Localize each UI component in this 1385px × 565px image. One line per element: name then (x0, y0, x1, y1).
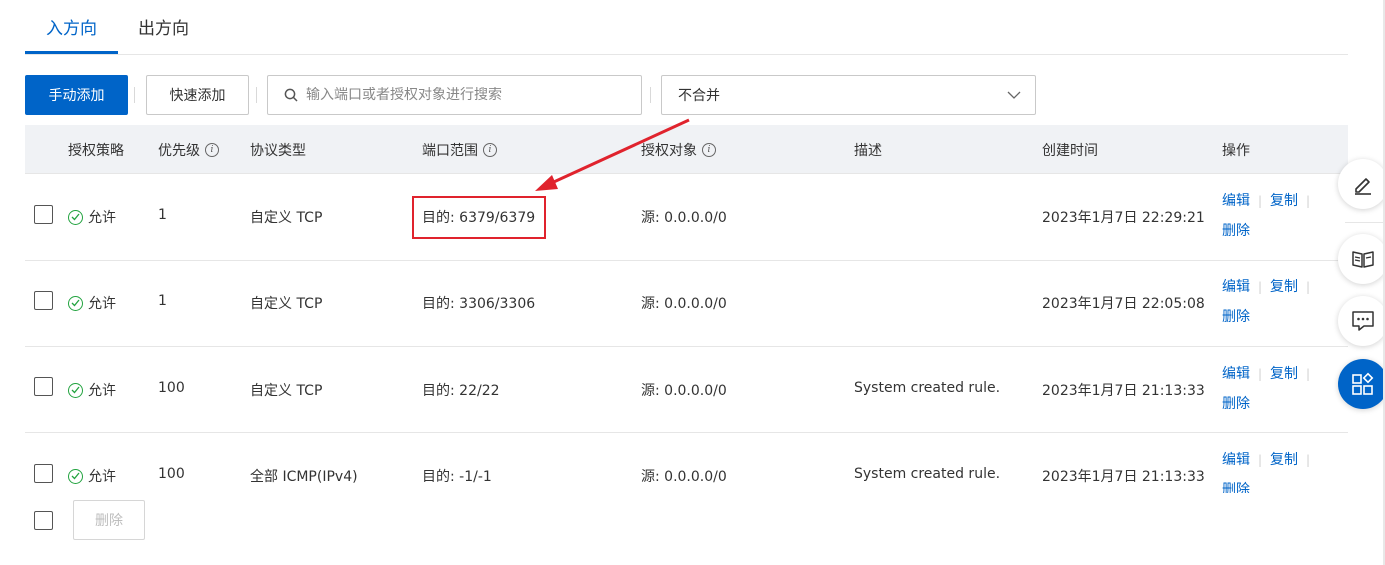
direction-tabs: 入方向 出方向 (25, 0, 1348, 55)
row-checkbox[interactable] (34, 291, 53, 310)
row-checkbox[interactable] (34, 377, 53, 396)
protocol-cell: 自定义 TCP (250, 296, 323, 312)
edit-link[interactable]: 编辑 (1222, 452, 1250, 468)
row-actions: 编辑 | 复制 | 删除 (1222, 366, 1311, 412)
float-divider (1345, 222, 1385, 223)
apps-button[interactable] (1338, 359, 1385, 409)
toolbar-divider (256, 87, 257, 103)
port-cell: 目的: 3306/3306 (422, 296, 536, 312)
copy-link[interactable]: 复制 (1270, 193, 1298, 209)
priority-cell: 100 (158, 466, 185, 482)
header-priority: 优先级 i (158, 140, 219, 160)
annotation-highlight-box (412, 196, 546, 239)
port-cell: 目的: 22/22 (422, 383, 500, 399)
toolbar-divider (650, 87, 651, 103)
auth-object-cell: 源: 0.0.0.0/0 (641, 383, 727, 399)
header-description: 描述 (854, 143, 882, 159)
header-port: 端口范围 i (422, 140, 497, 160)
toolbar-divider (134, 87, 135, 103)
header-policy: 授权策略 (68, 143, 124, 159)
delete-link[interactable]: 删除 (1222, 309, 1250, 325)
row-actions: 编辑 | 复制 | 删除 (1222, 193, 1311, 239)
delete-link[interactable]: 删除 (1222, 223, 1250, 239)
info-icon[interactable]: i (205, 143, 219, 157)
copy-link[interactable]: 复制 (1270, 366, 1298, 382)
policy-cell: 允许 (68, 293, 116, 313)
chat-button[interactable] (1338, 296, 1385, 346)
copy-link[interactable]: 复制 (1270, 452, 1298, 468)
check-circle-icon (68, 209, 83, 225)
search-box[interactable] (267, 75, 642, 115)
edit-link[interactable]: 编辑 (1222, 279, 1250, 295)
check-circle-icon (68, 295, 83, 311)
protocol-cell: 全部 ICMP(IPv4) (250, 469, 358, 485)
active-tab-indicator (25, 51, 118, 54)
select-all-checkbox[interactable] (34, 511, 53, 530)
priority-cell: 1 (158, 293, 167, 309)
row-actions: 编辑 | 复制 | 删除 (1222, 279, 1311, 325)
check-circle-icon (68, 382, 83, 398)
batch-delete-button[interactable]: 删除 (73, 500, 145, 540)
row-checkbox[interactable] (34, 464, 53, 483)
edit-link[interactable]: 编辑 (1222, 366, 1250, 382)
policy-cell: 允许 (68, 466, 116, 486)
tab-inbound[interactable]: 入方向 (46, 14, 97, 39)
header-actions: 操作 (1222, 143, 1250, 159)
merge-select-value: 不合并 (678, 88, 720, 104)
table-row: 允许 1 自定义 TCP 目的: 3306/3306 源: 0.0.0.0/0 … (25, 260, 1348, 347)
description-cell: System created rule. (854, 380, 1001, 396)
chevron-down-icon (1007, 91, 1021, 99)
info-icon[interactable]: i (483, 143, 497, 157)
apps-icon (1352, 372, 1374, 395)
row-checkbox[interactable] (34, 205, 53, 224)
delete-link[interactable]: 删除 (1222, 396, 1250, 412)
policy-cell: 允许 (68, 380, 116, 400)
quick-add-button[interactable]: 快速添加 (146, 75, 249, 115)
priority-cell: 100 (158, 380, 185, 396)
auth-object-cell: 源: 0.0.0.0/0 (641, 469, 727, 485)
annotation-arrow (535, 118, 690, 191)
book-icon (1352, 251, 1374, 268)
port-cell: 目的: -1/-1 (422, 469, 492, 485)
created-cell: 2023年1月7日 21:13:33 (1042, 469, 1205, 485)
edit-link[interactable]: 编辑 (1222, 193, 1250, 209)
delete-link[interactable]: 删除 (1222, 482, 1250, 493)
info-icon[interactable]: i (702, 143, 716, 157)
search-input[interactable] (306, 87, 626, 103)
protocol-cell: 自定义 TCP (250, 383, 323, 399)
manual-add-button[interactable]: 手动添加 (25, 75, 128, 115)
created-cell: 2023年1月7日 21:13:33 (1042, 383, 1205, 399)
row-actions: 编辑 | 复制 | 删除 (1222, 445, 1318, 493)
auth-object-cell: 源: 0.0.0.0/0 (641, 210, 727, 226)
edit-pen-icon (1355, 178, 1371, 195)
table-row: 允许 100 全部 ICMP(IPv4) 目的: -1/-1 源: 0.0.0.… (25, 433, 1348, 493)
check-circle-icon (68, 468, 83, 484)
tab-outbound[interactable]: 出方向 (138, 14, 189, 39)
header-created: 创建时间 (1042, 143, 1098, 159)
merge-select[interactable]: 不合并 (661, 75, 1036, 115)
priority-cell: 1 (158, 207, 167, 223)
description-cell: System created rule. (854, 466, 1001, 482)
copy-link[interactable]: 复制 (1270, 279, 1298, 295)
docs-button[interactable] (1338, 234, 1385, 284)
protocol-cell: 自定义 TCP (250, 210, 323, 226)
search-icon (284, 88, 298, 102)
feedback-edit-button[interactable] (1338, 159, 1385, 209)
header-protocol: 协议类型 (250, 143, 306, 159)
created-cell: 2023年1月7日 22:29:21 (1042, 210, 1205, 226)
table-row: 允许 100 自定义 TCP 目的: 22/22 源: 0.0.0.0/0 Sy… (25, 346, 1348, 433)
chat-icon (1352, 311, 1374, 331)
created-cell: 2023年1月7日 22:05:08 (1042, 296, 1205, 312)
policy-cell: 允许 (68, 207, 116, 227)
auth-object-cell: 源: 0.0.0.0/0 (641, 296, 727, 312)
